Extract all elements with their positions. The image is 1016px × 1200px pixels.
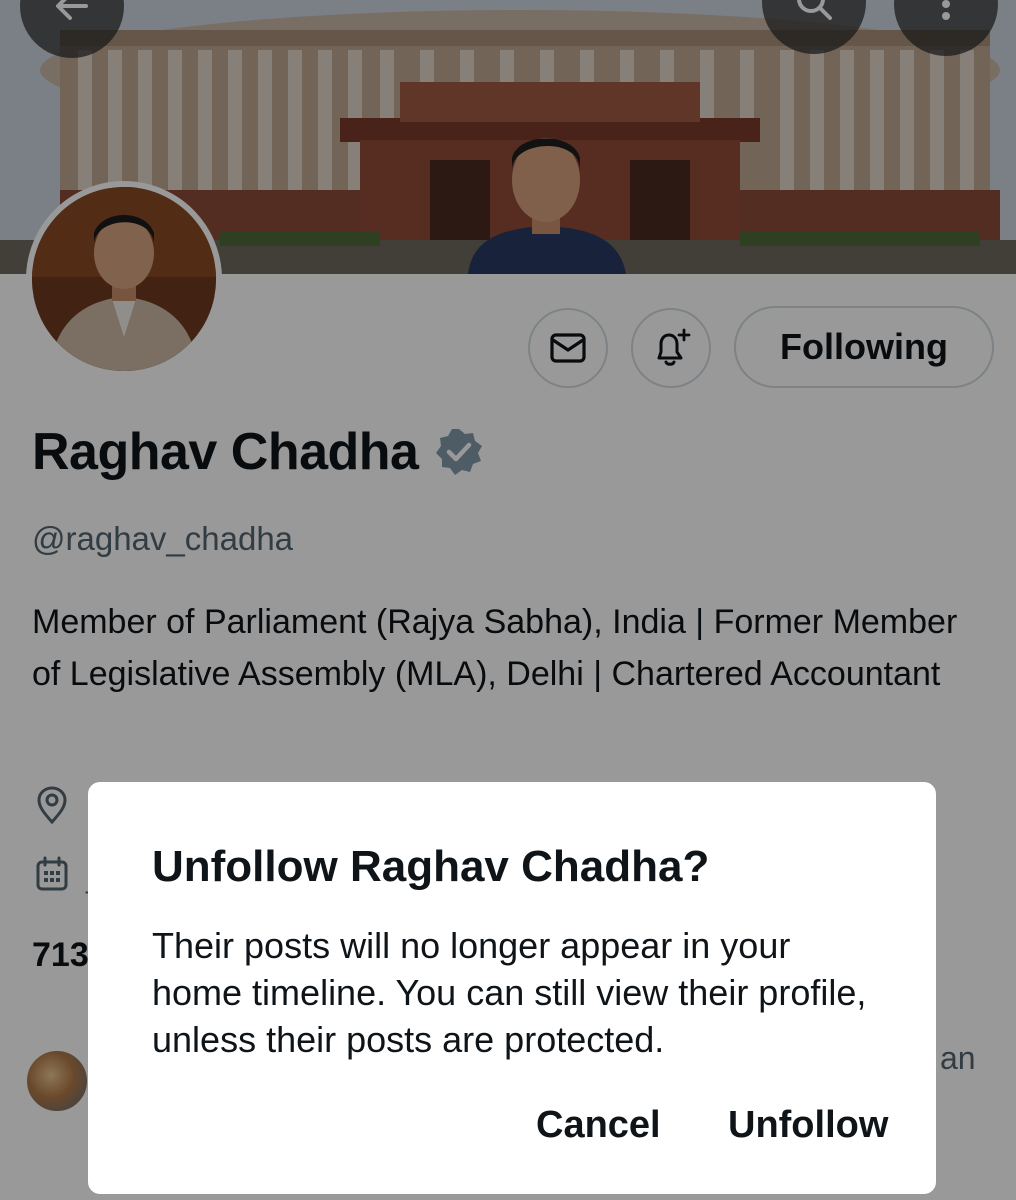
unfollow-dialog: Unfollow Raghav Chadha? Their posts will… [88,782,936,1194]
dialog-title: Unfollow Raghav Chadha? [152,842,710,891]
unfollow-button[interactable]: Unfollow [728,1104,888,1147]
cancel-button[interactable]: Cancel [536,1104,661,1147]
dialog-message: Their posts will no longer appear in you… [152,925,867,1060]
